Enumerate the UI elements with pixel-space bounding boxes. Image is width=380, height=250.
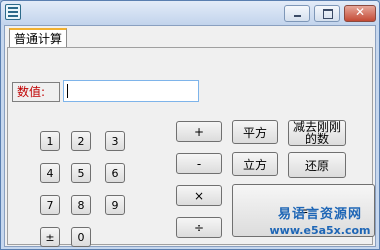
multiply-button[interactable]: × — [176, 185, 222, 206]
subtract-previous-button[interactable]: 减去刚刚 的数 — [288, 120, 346, 146]
plus-minus-button[interactable]: ± — [40, 227, 60, 247]
title-bar[interactable]: ✕ — [1, 1, 379, 25]
minimize-button[interactable] — [284, 5, 310, 22]
digit-2-button[interactable]: 2 — [71, 131, 91, 151]
watermark-text: 易语言资源网 — [277, 207, 362, 222]
close-icon: ✕ — [354, 5, 366, 19]
app-window: ✕ 普通计算 数值: 1 2 3 4 5 6 7 8 9 ± 0 + - × ÷… — [0, 0, 380, 250]
restore-button[interactable]: 还原 — [288, 152, 346, 178]
value-input[interactable] — [63, 80, 199, 102]
value-label: 数值: — [12, 82, 60, 102]
cube-button[interactable]: 立方 — [232, 152, 278, 176]
text-caret — [67, 84, 68, 98]
minimize-icon — [294, 15, 301, 17]
tab-normal-calc[interactable]: 普通计算 — [9, 28, 67, 48]
watermark-url: www.e5a5x.com — [269, 224, 371, 237]
digit-8-button[interactable]: 8 — [71, 195, 91, 215]
digit-6-button[interactable]: 6 — [105, 163, 125, 183]
digit-4-button[interactable]: 4 — [40, 163, 60, 183]
digit-1-button[interactable]: 1 — [40, 131, 60, 151]
divide-button[interactable]: ÷ — [176, 217, 222, 238]
digit-7-button[interactable]: 7 — [40, 195, 60, 215]
watermark: 易语言资源网 www.e5a5x.com — [263, 207, 377, 239]
app-icon — [5, 4, 21, 20]
add-button[interactable]: + — [176, 121, 222, 142]
square-button[interactable]: 平方 — [232, 120, 278, 144]
close-button[interactable]: ✕ — [344, 5, 376, 22]
subtract-previous-label-line2: 的数 — [304, 132, 329, 146]
digit-9-button[interactable]: 9 — [105, 195, 125, 215]
maximize-icon — [323, 9, 333, 19]
digit-0-button[interactable]: 0 — [71, 227, 91, 247]
digit-5-button[interactable]: 5 — [71, 163, 91, 183]
digit-3-button[interactable]: 3 — [105, 131, 125, 151]
maximize-button[interactable] — [314, 5, 340, 22]
subtract-button[interactable]: - — [176, 153, 222, 174]
